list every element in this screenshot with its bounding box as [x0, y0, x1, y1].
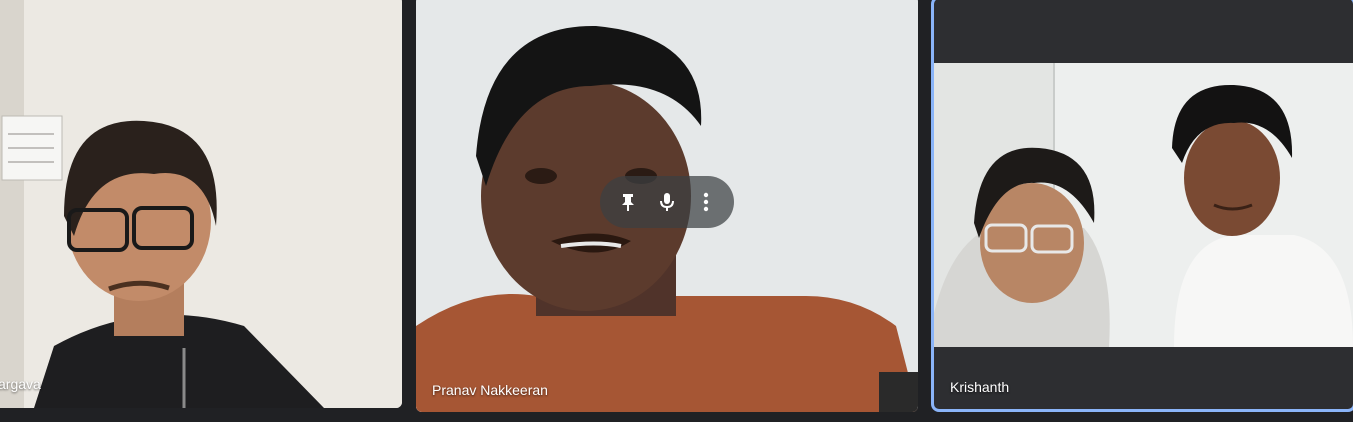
microphone-icon[interactable]: [649, 184, 685, 220]
participant-name-label: Pranav Nakkeeran: [432, 382, 548, 398]
participant-tile-1[interactable]: argava: [0, 0, 402, 408]
tile-hover-controls: [600, 176, 734, 228]
participant-video-3: [934, 63, 1353, 347]
participant-video-1: [0, 0, 402, 408]
more-options-icon[interactable]: [688, 184, 724, 220]
pin-icon[interactable]: [610, 184, 646, 220]
participant-name-label: Krishanth: [950, 379, 1010, 395]
participant-name-label: argava: [0, 376, 41, 392]
participant-tile-3[interactable]: Krishanth: [931, 0, 1353, 412]
